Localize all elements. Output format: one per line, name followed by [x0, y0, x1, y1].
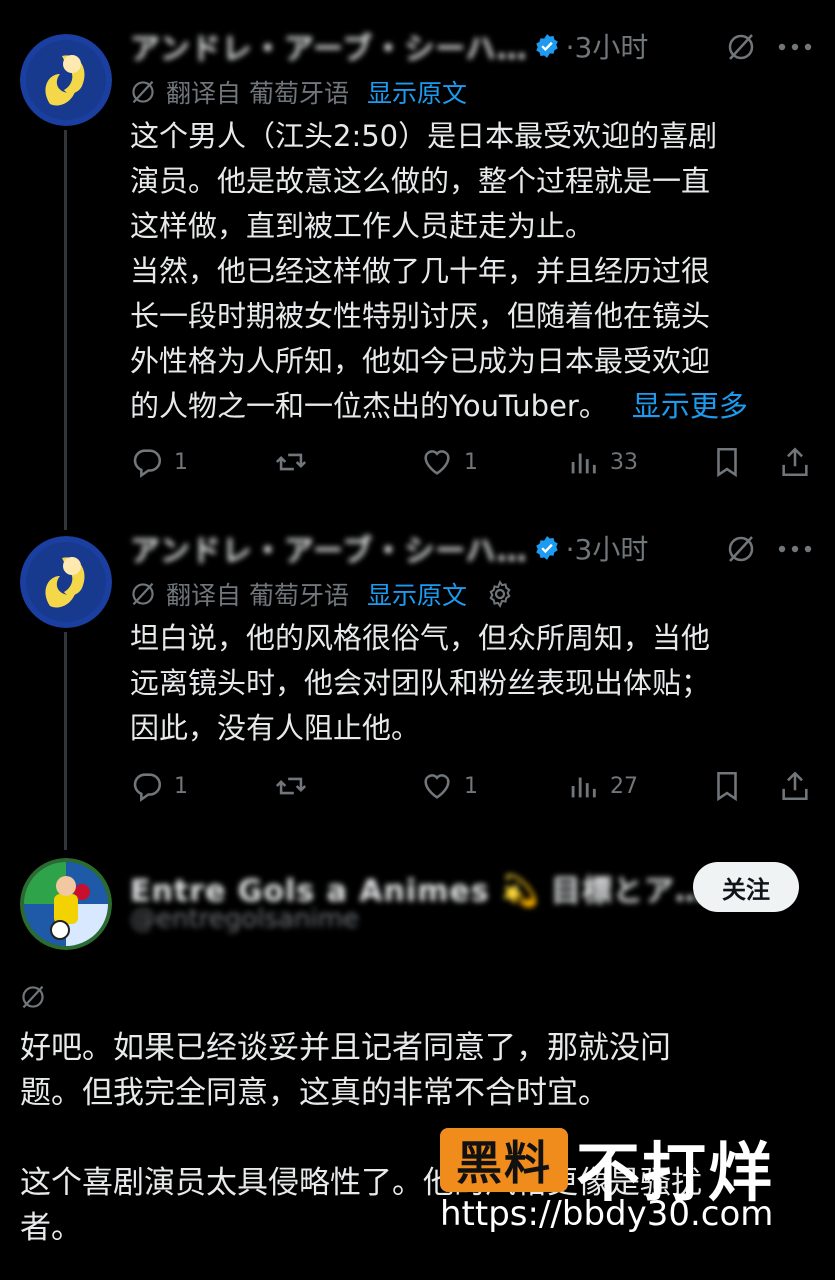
translate-slash-icon[interactable]	[726, 32, 756, 62]
avatar[interactable]	[20, 858, 112, 950]
show-more-link[interactable]: 显示更多	[632, 389, 748, 423]
translate-label: 翻译自 葡萄牙语	[166, 79, 349, 108]
like-icon	[424, 450, 450, 475]
avatar[interactable]	[20, 34, 112, 126]
reply-icon	[133, 449, 162, 478]
avatar[interactable]	[20, 536, 112, 628]
bookmark-button[interactable]	[710, 766, 744, 806]
views-icon	[571, 777, 596, 798]
watermark-url: https://bbdy30.com	[440, 1194, 774, 1234]
author-name[interactable]: アンドレ・アーブ・シーハ…	[130, 526, 528, 570]
author-handle[interactable]: @entregolsanime	[130, 904, 359, 934]
more-icon[interactable]	[778, 545, 812, 553]
body-line: 坦白说，他的风格很俗气，但众所周知，当他	[130, 621, 711, 655]
author-name[interactable]: アンドレ・アーブ・シーハ…	[130, 24, 528, 68]
timestamp[interactable]: ·3小时	[566, 26, 649, 66]
reply-count: 1	[174, 449, 188, 475]
bookmark-icon	[717, 447, 737, 478]
thread-line-2	[64, 632, 67, 850]
body-line: 的人物之一和一位杰出的YouTuber。 显示更多	[130, 384, 748, 429]
more-icon[interactable]	[778, 43, 812, 51]
body-line: 好吧。如果已经谈妥并且记者同意了，那就没问	[20, 1030, 671, 1066]
reply-count: 1	[174, 773, 188, 799]
watermark-badge: 黑料	[440, 1128, 568, 1192]
view-count: 27	[610, 773, 638, 799]
retweet-icon	[275, 777, 307, 795]
tweet-1[interactable]: アンドレ・アーブ・シーハ… ·3小时 翻译自 葡萄牙语 显示原文 这个男人（江头…	[0, 0, 835, 500]
like-icon	[424, 774, 450, 799]
body-line: 长一段时期被女性特别讨厌，但随着他在镜头	[130, 299, 711, 333]
gear-icon[interactable]	[485, 579, 515, 609]
share-button[interactable]	[778, 766, 812, 806]
like-count: 1	[464, 773, 478, 799]
reply-button[interactable]: 1	[130, 442, 188, 482]
body-line: 这样做，直到被工作人员赶走为止。	[130, 209, 595, 243]
like-button[interactable]: 1	[420, 766, 478, 806]
body-line: 远离镜头时，他会对团队和粉丝表现出体贴；	[130, 666, 711, 700]
view-count: 33	[610, 449, 638, 475]
views-icon	[571, 453, 596, 474]
show-original-link[interactable]: 显示原文	[367, 576, 467, 612]
show-original-link[interactable]: 显示原文	[367, 74, 467, 110]
follow-button[interactable]: 关注	[693, 862, 799, 912]
tweet-body: 坦白说，他的风格很俗气，但众所周知，当他 远离镜头时，他会对团队和粉丝表现出体贴…	[130, 616, 710, 751]
share-icon	[782, 447, 808, 477]
share-button[interactable]	[778, 442, 812, 482]
reply-icon	[133, 773, 162, 802]
body-line: 当然，他已经这样做了几十年，并且经历过很	[130, 254, 711, 288]
views-button[interactable]: 27	[566, 766, 638, 806]
share-icon	[782, 771, 808, 801]
body-line: 题。但我完全同意，这真的非常不合时宜。	[20, 1075, 609, 1111]
like-count: 1	[464, 449, 478, 475]
translate-slash-icon	[132, 80, 154, 104]
translate-slash-icon[interactable]	[726, 534, 756, 564]
body-line: 因此，没有人阻止他。	[130, 711, 421, 745]
verified-icon	[535, 34, 558, 58]
bookmark-button[interactable]	[710, 442, 744, 482]
views-button[interactable]: 33	[566, 442, 638, 482]
translate-label: 翻译自 葡萄牙语	[166, 581, 349, 610]
like-button[interactable]: 1	[420, 442, 478, 482]
action-bar: 1 1 33	[130, 442, 820, 482]
action-bar: 1 1 27	[130, 766, 820, 806]
retweet-button[interactable]	[274, 766, 308, 806]
translate-slash-icon[interactable]	[20, 984, 46, 1010]
body-line: 这个男人（江头2:50）是日本最受欢迎的喜剧	[130, 119, 718, 153]
body-line: 外性格为人所知，他如今已成为日本最受欢迎	[130, 344, 711, 378]
timestamp[interactable]: ·3小时	[566, 528, 649, 568]
body-last-line: 的人物之一和一位杰出的YouTuber。	[130, 389, 608, 423]
verified-icon	[535, 536, 558, 560]
reply-button[interactable]: 1	[130, 766, 188, 806]
tweet-body: 这个男人（江头2:50）是日本最受欢迎的喜剧 演员。他是故意这么做的，整个过程就…	[130, 114, 748, 429]
watermark: 黑料 不打烊 https://bbdy30.com	[440, 1122, 785, 1234]
bookmark-icon	[717, 771, 737, 802]
translate-slash-icon	[132, 582, 154, 606]
retweet-icon	[275, 453, 307, 471]
retweet-button[interactable]	[274, 442, 308, 482]
body-line: 演员。他是故意这么做的，整个过程就是一直	[130, 164, 711, 198]
